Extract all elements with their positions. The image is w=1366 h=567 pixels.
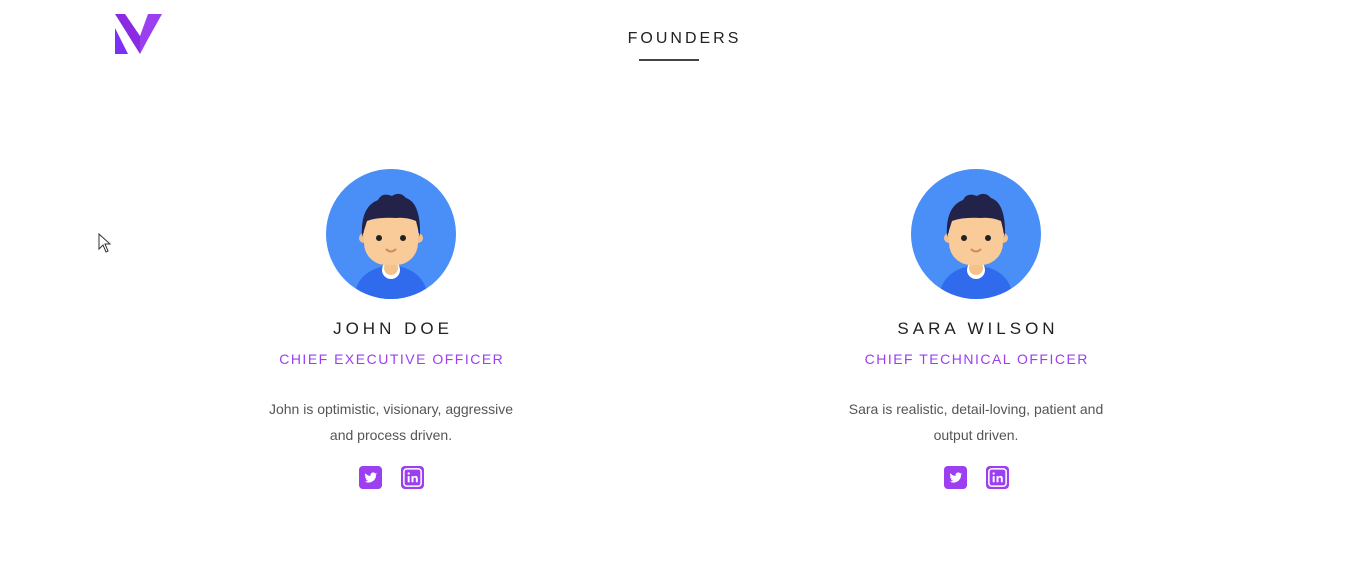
founder-name: JOHN DOE [333, 319, 453, 338]
section-title: FOUNDERS [627, 30, 742, 47]
twitter-icon[interactable] [943, 466, 967, 489]
section-heading: FOUNDERS [0, 30, 1366, 48]
founder-role: CHIEF TECHNICAL OFFICER [864, 351, 1089, 367]
mouse-cursor-icon [98, 233, 112, 253]
founder-role: CHIEF EXECUTIVE OFFICER [279, 351, 505, 367]
twitter-link[interactable] [358, 466, 382, 489]
founder-bio: Sara is realistic, detail-loving, patien… [848, 401, 1104, 443]
linkedin-icon[interactable] [985, 466, 1009, 489]
linkedin-link[interactable] [985, 466, 1009, 489]
social-links [191, 466, 591, 489]
social-links [776, 466, 1176, 489]
founder-card-sara-wilson: SARA WILSON CHIEF TECHNICAL OFFICER Sara… [776, 169, 1176, 489]
twitter-link[interactable] [943, 466, 967, 489]
avatar-icon [326, 169, 456, 299]
founder-card-john-doe: JOHN DOE CHIEF EXECUTIVE OFFICER John is… [191, 169, 591, 489]
founder-name: SARA WILSON [897, 319, 1059, 338]
avatar-icon [911, 169, 1041, 299]
linkedin-link[interactable] [400, 466, 424, 489]
linkedin-icon[interactable] [400, 466, 424, 489]
founder-bio: John is optimistic, visionary, aggressiv… [268, 401, 514, 443]
title-underline [639, 59, 699, 61]
twitter-icon[interactable] [358, 466, 382, 489]
